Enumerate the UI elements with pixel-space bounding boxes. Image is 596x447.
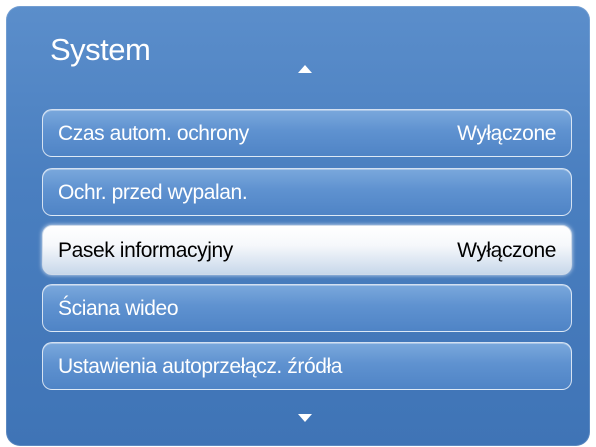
menu-item-label: Pasek informacyjny (58, 239, 233, 262)
menu-item-sciana-wideo[interactable]: Ściana wideo (42, 284, 572, 332)
menu-item-label: Ochr. przed wypalan. (58, 181, 248, 204)
menu-item-value: Wyłączone (457, 239, 556, 262)
menu-item-ustawienia-autoprzelacz-zrodla[interactable]: Ustawienia autoprzełącz. źródła (42, 342, 572, 390)
menu-item-label: Ustawienia autoprzełącz. źródła (58, 355, 343, 378)
scroll-down-icon[interactable] (298, 414, 312, 422)
system-menu-panel: System Czas autom. ochrony Wyłączone Och… (6, 6, 590, 446)
menu-item-czas-autom-ochrony[interactable]: Czas autom. ochrony Wyłączone (42, 109, 572, 157)
menu-item-ochr-przed-wypalan[interactable]: Ochr. przed wypalan. (42, 168, 572, 216)
menu-item-value: Wyłączone (457, 122, 556, 145)
menu-item-label: Czas autom. ochrony (58, 122, 249, 145)
scroll-up-icon[interactable] (298, 65, 312, 73)
menu-title: System (50, 32, 151, 67)
menu-item-label: Ściana wideo (58, 297, 179, 320)
menu-item-pasek-informacyjny[interactable]: Pasek informacyjny Wyłączone (42, 225, 572, 275)
